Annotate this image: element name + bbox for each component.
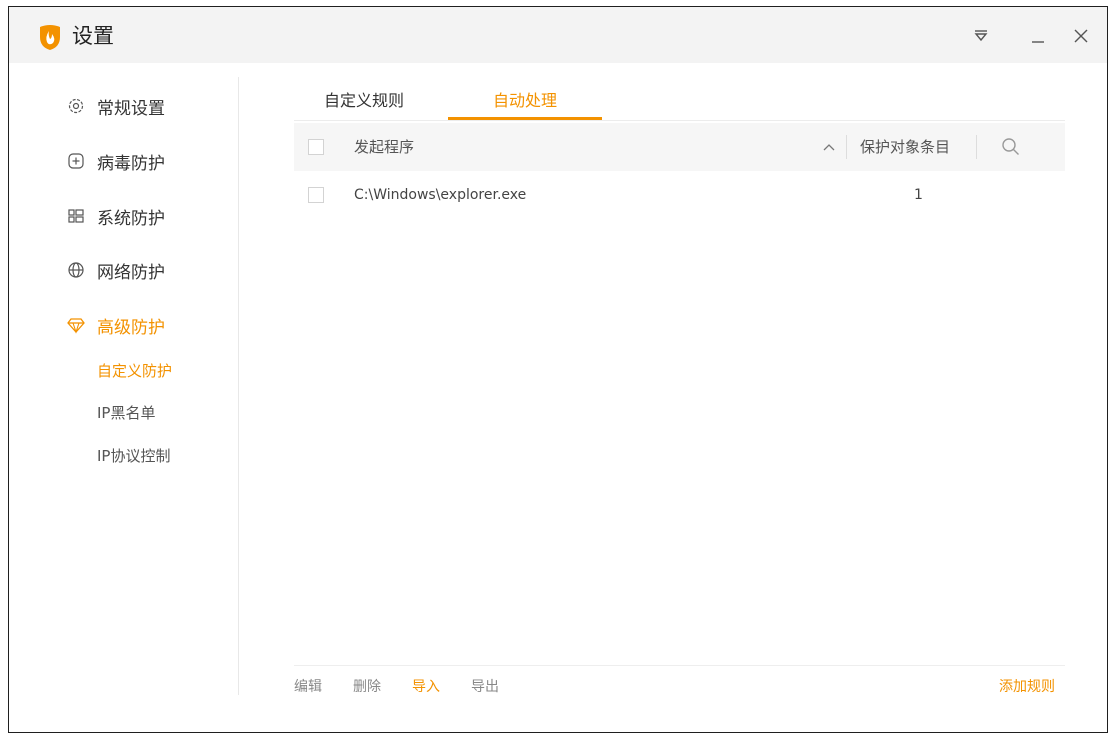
footer-divider <box>294 665 1065 666</box>
sidebar-item-advanced[interactable]: 高级防护 <box>67 310 165 340</box>
plus-square-icon <box>68 153 84 169</box>
import-button[interactable]: 导入 <box>412 677 440 697</box>
sidebar-item-label: 常规设置 <box>97 98 165 119</box>
window-title: 设置 <box>72 24 114 48</box>
minimize-icon <box>1032 41 1044 43</box>
row-checkbox[interactable] <box>308 187 324 203</box>
grid-icon <box>68 209 84 223</box>
sidebar-item-virus[interactable]: 病毒防护 <box>67 146 165 176</box>
select-all-checkbox[interactable] <box>308 139 324 155</box>
column-separator[interactable] <box>976 135 977 159</box>
tab-custom-rules[interactable]: 自定义规则 <box>309 87 419 121</box>
subnav-custom-protection[interactable]: 自定义防护 <box>97 360 172 382</box>
sidebar-item-system[interactable]: 系统防护 <box>67 201 165 231</box>
title-bar: 设置 <box>9 7 1107 63</box>
sidebar-item-label: 病毒防护 <box>97 153 165 174</box>
close-button[interactable] <box>1067 23 1095 49</box>
delete-button[interactable]: 删除 <box>353 677 381 697</box>
subnav-ip-blacklist[interactable]: IP黑名单 <box>97 402 155 424</box>
subnav-ip-protocol-control[interactable]: IP协议控制 <box>97 445 170 467</box>
tabs-divider <box>294 120 1065 121</box>
sidebar-item-label: 网络防护 <box>97 262 165 283</box>
minimize-button[interactable] <box>1024 23 1052 49</box>
settings-window: 设置 常规设置 病毒防护 系统防护 网络防护 高级防护 自定义防护 IP黑名单 … <box>8 6 1108 733</box>
active-tab-indicator <box>448 117 602 120</box>
menu-icon <box>974 30 988 42</box>
sidebar-divider <box>238 77 239 695</box>
sidebar-item-general[interactable]: 常规设置 <box>67 91 165 121</box>
export-button[interactable]: 导出 <box>471 677 499 697</box>
table-row[interactable]: C:\Windows\explorer.exe 1 <box>294 171 1065 219</box>
edit-button[interactable]: 编辑 <box>294 677 322 697</box>
sidebar: 常规设置 病毒防护 系统防护 网络防护 高级防护 自定义防护 IP黑名单 IP协… <box>9 63 238 732</box>
sidebar-item-network[interactable]: 网络防护 <box>67 255 165 285</box>
add-rule-button[interactable]: 添加规则 <box>999 677 1055 697</box>
sidebar-item-label: 系统防护 <box>97 208 165 229</box>
column-separator[interactable] <box>846 135 847 159</box>
gear-icon <box>68 98 84 114</box>
sidebar-item-label: 高级防护 <box>97 317 165 338</box>
tab-auto-process[interactable]: 自动处理 <box>448 87 602 121</box>
column-header-protected-items[interactable]: 保护对象条目 <box>860 137 950 157</box>
close-icon <box>1074 29 1088 43</box>
diamond-icon <box>67 318 85 334</box>
protected-items-count: 1 <box>914 187 923 203</box>
app-logo-icon <box>40 25 60 50</box>
globe-icon <box>68 262 84 278</box>
search-icon[interactable] <box>1001 137 1021 157</box>
column-header-program[interactable]: 发起程序 <box>354 137 414 157</box>
sort-ascending-icon[interactable] <box>822 142 836 152</box>
program-path: C:\Windows\explorer.exe <box>354 187 527 203</box>
menu-button[interactable] <box>967 23 995 49</box>
table-header: 发起程序 保护对象条目 <box>294 123 1065 171</box>
